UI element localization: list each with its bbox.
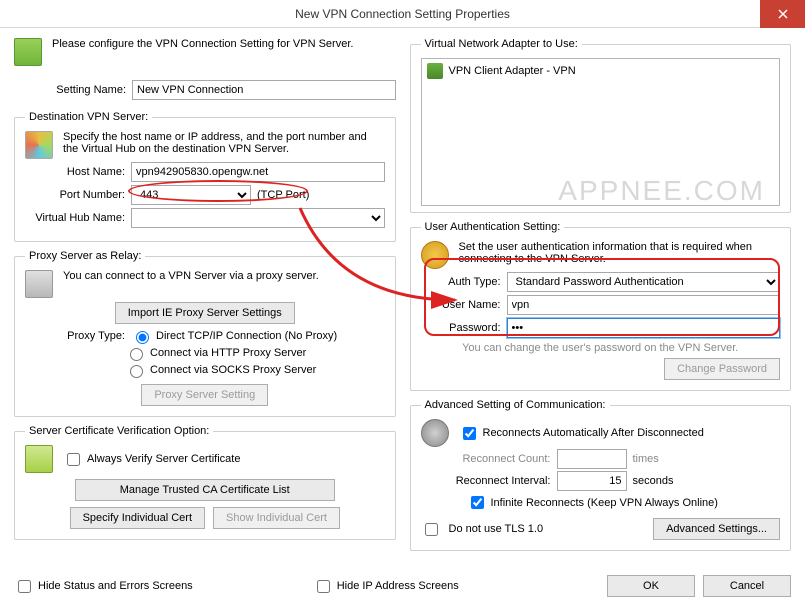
properties-icon (14, 38, 42, 66)
reconnect-count-input[interactable] (557, 449, 627, 469)
adapter-legend: Virtual Network Adapter to Use: (421, 38, 582, 50)
proxy-radio-direct[interactable] (136, 331, 149, 344)
cert-legend: Server Certificate Verification Option: (25, 425, 213, 437)
reconnect-interval-label: Reconnect Interval: (421, 475, 551, 487)
proxy-radio-http[interactable] (130, 348, 143, 361)
certificate-icon (25, 445, 53, 473)
notls-label: Do not use TLS 1.0 (449, 523, 646, 535)
cancel-button[interactable]: Cancel (703, 575, 791, 597)
adapter-item-icon (427, 63, 443, 79)
reconnect-interval-input[interactable] (557, 471, 627, 491)
advanced-legend: Advanced Setting of Communication: (421, 399, 610, 411)
specify-cert-button[interactable]: Specify Individual Cert (70, 507, 205, 529)
hide-ip-label: Hide IP Address Screens (337, 580, 459, 592)
proxy-legend: Proxy Server as Relay: (25, 250, 145, 262)
always-verify-checkbox[interactable] (67, 453, 80, 466)
proxy-icon (25, 270, 53, 298)
cert-group: Server Certificate Verification Option: … (14, 425, 396, 540)
port-select[interactable]: 443 (131, 185, 251, 205)
hide-status-label: Hide Status and Errors Screens (38, 580, 193, 592)
auth-type-label: Auth Type: (421, 276, 501, 288)
notls-checkbox[interactable] (425, 523, 438, 536)
infinite-reconnect-checkbox[interactable] (471, 496, 484, 509)
setting-name-label: Setting Name: (26, 84, 126, 96)
ok-button[interactable]: OK (607, 575, 695, 597)
adapter-list[interactable]: VPN Client Adapter - VPN (421, 58, 781, 206)
proxy-opt-socks: Connect via SOCKS Proxy Server (150, 364, 316, 376)
destination-legend: Destination VPN Server: (25, 111, 152, 123)
reconnect-count-label: Reconnect Count: (421, 453, 551, 465)
server-icon (25, 131, 53, 159)
port-label: Port Number: (25, 189, 125, 201)
gear-icon (421, 419, 449, 447)
reconnect-auto-label: Reconnects Automatically After Disconnec… (483, 427, 704, 439)
show-cert-button[interactable]: Show Individual Cert (213, 507, 340, 529)
proxy-setting-button[interactable]: Proxy Server Setting (141, 384, 268, 406)
proxy-opt-direct: Direct TCP/IP Connection (No Proxy) (156, 330, 337, 342)
hostname-label: Host Name: (25, 166, 125, 178)
close-button[interactable] (760, 0, 805, 28)
username-input[interactable] (507, 295, 781, 315)
adapter-item[interactable]: VPN Client Adapter - VPN (425, 62, 777, 80)
import-ie-proxy-button[interactable]: Import IE Proxy Server Settings (115, 302, 295, 324)
password-label: Password: (421, 322, 501, 334)
close-icon (778, 9, 788, 19)
proxy-type-label: Proxy Type: (25, 330, 125, 342)
password-input[interactable] (507, 318, 781, 338)
proxy-hint: You can connect to a VPN Server via a pr… (63, 270, 385, 282)
proxy-opt-http: Connect via HTTP Proxy Server (150, 347, 306, 359)
hide-ip-checkbox[interactable] (317, 580, 330, 593)
proxy-radio-socks[interactable] (130, 365, 143, 378)
adapter-group: Virtual Network Adapter to Use: VPN Clie… (410, 38, 792, 213)
keys-icon (421, 241, 449, 269)
vhub-select[interactable] (131, 208, 385, 228)
manage-ca-button[interactable]: Manage Trusted CA Certificate List (75, 479, 335, 501)
advanced-settings-button[interactable]: Advanced Settings... (653, 518, 780, 540)
intro-text: Please configure the VPN Connection Sett… (52, 38, 396, 50)
advanced-group: Advanced Setting of Communication: Recon… (410, 399, 792, 551)
infinite-reconnect-label: Infinite Reconnects (Keep VPN Always Onl… (491, 497, 718, 509)
proxy-group: Proxy Server as Relay: You can connect t… (14, 250, 396, 417)
auth-type-select[interactable]: Standard Password Authentication (507, 272, 781, 292)
hide-status-checkbox[interactable] (18, 580, 31, 593)
titlebar: New VPN Connection Setting Properties (0, 0, 805, 28)
port-suffix: (TCP Port) (257, 189, 309, 201)
destination-hint: Specify the host name or IP address, and… (63, 131, 385, 155)
hostname-input[interactable] (131, 162, 385, 182)
username-label: User Name: (421, 299, 501, 311)
reconnect-auto-checkbox[interactable] (463, 427, 476, 440)
reconnect-count-suffix: times (633, 453, 659, 465)
auth-group: User Authentication Setting: Set the use… (410, 221, 792, 391)
auth-note: You can change the user's password on th… (421, 342, 781, 354)
destination-group: Destination VPN Server: Specify the host… (14, 111, 396, 242)
adapter-item-label: VPN Client Adapter - VPN (449, 65, 576, 77)
auth-hint: Set the user authentication information … (459, 241, 781, 265)
change-password-button[interactable]: Change Password (664, 358, 780, 380)
always-verify-label: Always Verify Server Certificate (87, 453, 240, 465)
reconnect-interval-suffix: seconds (633, 475, 674, 487)
vhub-label: Virtual Hub Name: (25, 212, 125, 224)
window-title: New VPN Connection Setting Properties (295, 7, 510, 21)
setting-name-input[interactable] (132, 80, 396, 100)
auth-legend: User Authentication Setting: (421, 221, 565, 233)
